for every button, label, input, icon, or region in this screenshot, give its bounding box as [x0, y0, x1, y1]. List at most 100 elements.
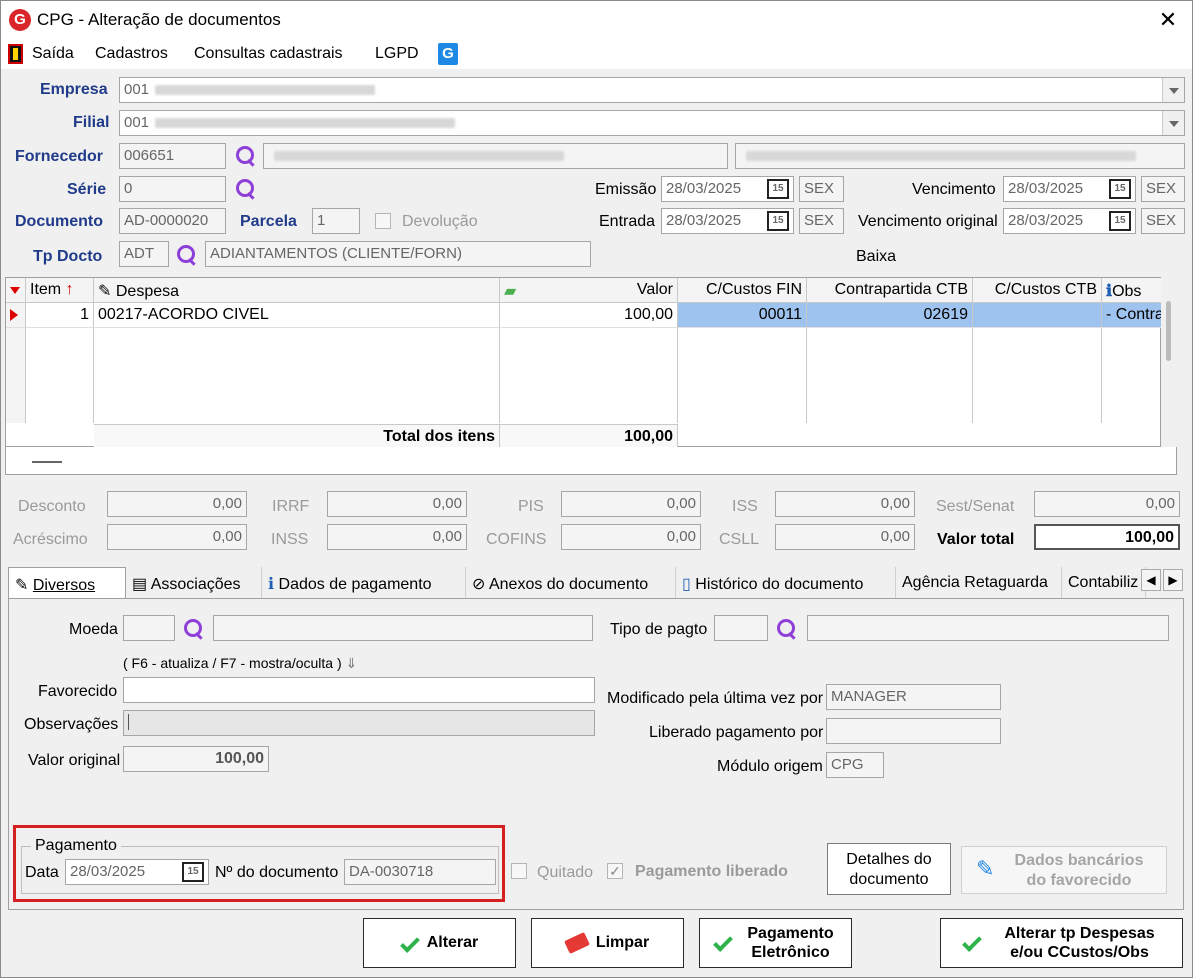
calendar-icon[interactable]: 15: [767, 179, 789, 199]
items-grid[interactable]: Item ↑ ✎ Despesa ▰ Valor C/Custos FIN Con…: [5, 277, 1162, 449]
detalhes-line2: documento: [849, 871, 929, 888]
edit-icon: ✎: [15, 577, 29, 594]
iss-field: 0,00: [775, 491, 915, 517]
limpar-button[interactable]: Limpar: [531, 918, 684, 968]
col-item[interactable]: Item ↑: [26, 278, 94, 303]
modulo-field: CPG: [826, 752, 884, 778]
col-despesa-label: Despesa: [115, 283, 180, 300]
tpdocto-desc-field: ADIANTAMENTOS (CLIENTE/FORN): [205, 241, 591, 267]
col-contrapartida[interactable]: Contrapartida CTB: [807, 278, 973, 303]
empresa-label: Empresa: [40, 81, 108, 98]
quitado-checkbox[interactable]: [511, 863, 527, 879]
tab-agencia[interactable]: Agência Retaguarda: [896, 567, 1062, 599]
pagamento-eletronico-button[interactable]: Pagamento Eletrônico: [699, 918, 852, 968]
highlight-box: [13, 825, 505, 902]
sort-icon: ↑: [65, 281, 74, 298]
cell-contrapartida[interactable]: 02619: [807, 303, 973, 328]
scrollbar-thumb[interactable]: [1166, 301, 1171, 361]
moeda-desc-field: [213, 615, 593, 641]
col-valor[interactable]: ▰ Valor: [500, 278, 678, 303]
moeda-label: Moeda: [69, 621, 118, 638]
tab-diversos[interactable]: ✎ Diversos: [8, 567, 126, 599]
moeda-code-field[interactable]: [123, 615, 175, 641]
calendar-icon[interactable]: 15: [767, 211, 789, 231]
app-logo-icon: G: [9, 9, 31, 31]
fornecedor-label: Fornecedor: [15, 148, 104, 165]
vencimento-date-field[interactable]: 28/03/2025 15: [1003, 176, 1136, 202]
splitter-handle-icon[interactable]: [32, 461, 62, 463]
menu-saida[interactable]: Saída: [32, 45, 74, 63]
cell-obs[interactable]: - Contra: [1102, 303, 1162, 328]
main-window: G CPG - Alteração de documentos ✕ Saída …: [0, 0, 1193, 978]
detalhes-documento-button[interactable]: Detalhes do documento: [827, 843, 951, 895]
modificado-label: Modificado pela última vez por: [607, 690, 824, 707]
chevron-down-icon[interactable]: [1162, 78, 1184, 102]
search-icon[interactable]: [176, 244, 198, 266]
menu-cadastros[interactable]: Cadastros: [95, 45, 168, 63]
tab-contabiliz[interactable]: Contabiliz: [1062, 567, 1146, 599]
paperclip-icon: ⊘: [472, 576, 486, 593]
tab-associacoes[interactable]: ▤ Associações: [126, 567, 262, 599]
menu-lgpd[interactable]: LGPD: [375, 45, 419, 63]
alterar-tp-despesas-button[interactable]: Alterar tp Despesas e/ou CCustos/Obs: [940, 918, 1183, 968]
documento-field[interactable]: AD-0000020: [119, 208, 226, 234]
arrow-down-icon: ⇓: [345, 655, 358, 671]
filial-label: Filial: [73, 114, 110, 131]
window-icon: ▤: [132, 576, 148, 593]
tpdocto-code-field[interactable]: ADT: [119, 241, 169, 267]
venc-original-date-field[interactable]: 28/03/2025 15: [1003, 208, 1136, 234]
col-obs-label: Obs: [1112, 283, 1142, 300]
alterar-button[interactable]: Alterar: [363, 918, 516, 968]
tab-anexos[interactable]: ⊘ Anexos do documento: [466, 567, 676, 599]
search-icon[interactable]: [776, 618, 798, 640]
g-logo-icon[interactable]: G: [438, 43, 458, 65]
exit-icon[interactable]: [8, 44, 23, 64]
observacoes-field[interactable]: [123, 710, 595, 736]
tab-scroll-left-icon[interactable]: ◀: [1141, 569, 1161, 591]
filial-combo[interactable]: 001: [119, 110, 1185, 136]
col-obs[interactable]: ℹObs: [1102, 278, 1162, 303]
empresa-combo[interactable]: 001: [119, 77, 1185, 103]
entrada-date-field[interactable]: 28/03/2025 15: [661, 208, 794, 234]
fornecedor-code-field[interactable]: 006651: [119, 143, 226, 169]
devolucao-label: Devolução: [402, 213, 478, 230]
search-icon[interactable]: [235, 145, 257, 167]
favorecido-input[interactable]: [123, 677, 595, 703]
favorecido-label: Favorecido: [38, 683, 118, 700]
close-icon[interactable]: ✕: [1153, 5, 1183, 35]
pis-label: PIS: [518, 498, 544, 515]
col-ccfin[interactable]: C/Custos FIN: [678, 278, 807, 303]
fornecedor-fantasy-field: [735, 143, 1185, 169]
tpdocto-label: Tp Docto: [33, 248, 103, 265]
tab-historico-label: Histórico do documento: [695, 576, 864, 593]
parcela-field[interactable]: 1: [312, 208, 360, 234]
devolucao-checkbox[interactable]: [375, 213, 391, 229]
cell-ccfin[interactable]: 00011: [678, 303, 807, 328]
grid-scrollbar[interactable]: [1161, 277, 1177, 447]
tab-scroll-right-icon[interactable]: ▶: [1163, 569, 1183, 591]
chevron-down-icon[interactable]: [1162, 111, 1184, 135]
col-despesa[interactable]: ✎ Despesa: [94, 278, 500, 303]
total-value: 100,00: [500, 424, 678, 449]
cofins-field: 0,00: [561, 524, 701, 550]
text-cursor: [128, 714, 129, 730]
tab-historico[interactable]: ▯ Histórico do documento: [676, 567, 896, 599]
cell-valor[interactable]: 100,00: [500, 303, 678, 328]
cell-despesa[interactable]: 00217-ACORDO CIVEL: [94, 303, 500, 328]
tipo-pagto-code-field[interactable]: [714, 615, 768, 641]
search-icon[interactable]: [183, 618, 205, 640]
serie-field[interactable]: 0: [119, 176, 226, 202]
dados-bancarios-button[interactable]: ✎ Dados bancários do favorecido: [961, 846, 1167, 894]
col-ccctb[interactable]: C/Custos CTB: [973, 278, 1102, 303]
tab-dados-pagamento[interactable]: ℹ Dados de pagamento: [262, 567, 466, 599]
pagamento-liberado-checkbox[interactable]: ✓: [607, 863, 623, 879]
calendar-icon[interactable]: 15: [1109, 211, 1131, 231]
calendar-icon[interactable]: 15: [1109, 179, 1131, 199]
search-icon[interactable]: [235, 178, 257, 200]
cell-ccctb[interactable]: [973, 303, 1102, 328]
cell-item[interactable]: 1: [26, 303, 94, 328]
menu-consultas[interactable]: Consultas cadastrais: [194, 45, 343, 63]
filial-code: 001: [124, 114, 150, 131]
emissao-date-field[interactable]: 28/03/2025 15: [661, 176, 794, 202]
venc-original-date: 28/03/2025: [1008, 212, 1084, 229]
